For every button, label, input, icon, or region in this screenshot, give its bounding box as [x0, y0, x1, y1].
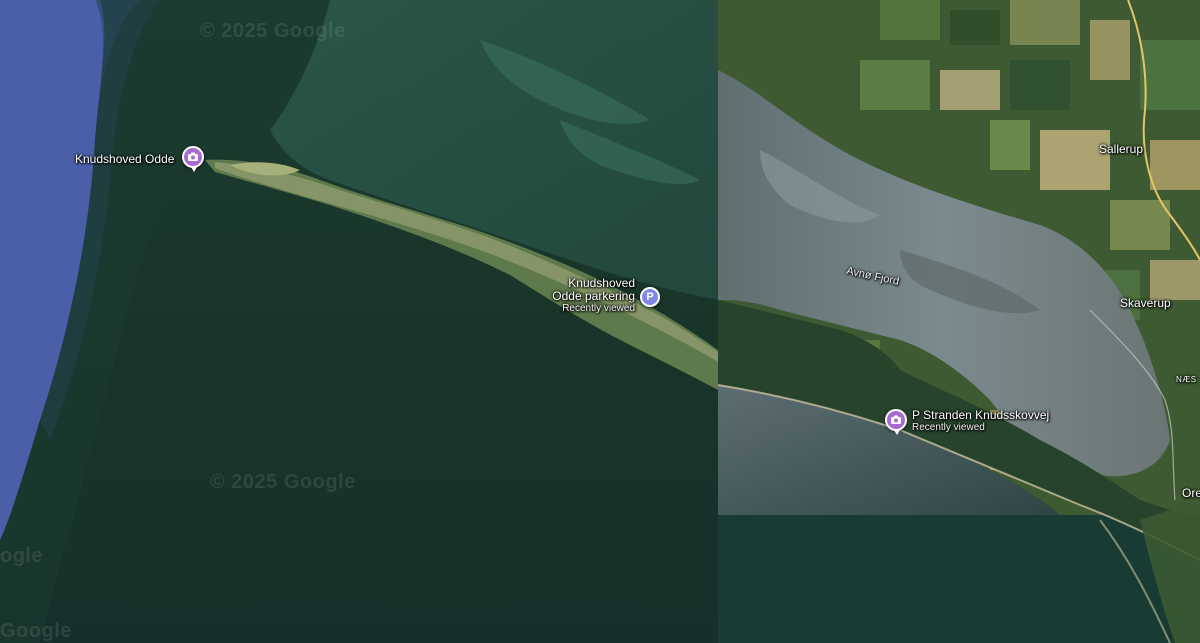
parking-name-line2: Odde parkering: [552, 289, 635, 303]
town-label-ore[interactable]: Ore: [1182, 486, 1200, 500]
area-label-naes: NÆS: [1176, 375, 1197, 384]
camera-icon: [188, 152, 198, 161]
satellite-imagery[interactable]: [0, 0, 1200, 643]
town-label-sallerup[interactable]: Sallerup: [1099, 142, 1143, 156]
place-label-stranden[interactable]: P Stranden Knudsskovvej Recently viewed: [912, 409, 1049, 434]
parking-subtitle: Recently viewed: [562, 303, 635, 314]
camera-icon: [891, 415, 901, 424]
place-label-parking[interactable]: Knudshoved Odde parkering Recently viewe…: [540, 277, 635, 315]
satellite-map[interactable]: © 2025 Google © 2025 Google ogle Google …: [0, 0, 1200, 643]
town-label-skaverup[interactable]: Skaverup: [1120, 296, 1171, 310]
camera-pin-icon[interactable]: [182, 146, 204, 172]
stranden-name: P Stranden Knudsskovvej: [912, 408, 1050, 422]
place-label-knudshoved-odde[interactable]: Knudshoved Odde: [75, 152, 174, 166]
parking-pin-icon[interactable]: P: [640, 287, 660, 307]
camera-pin-icon[interactable]: [885, 409, 907, 435]
stranden-subtitle: Recently viewed: [912, 422, 985, 433]
